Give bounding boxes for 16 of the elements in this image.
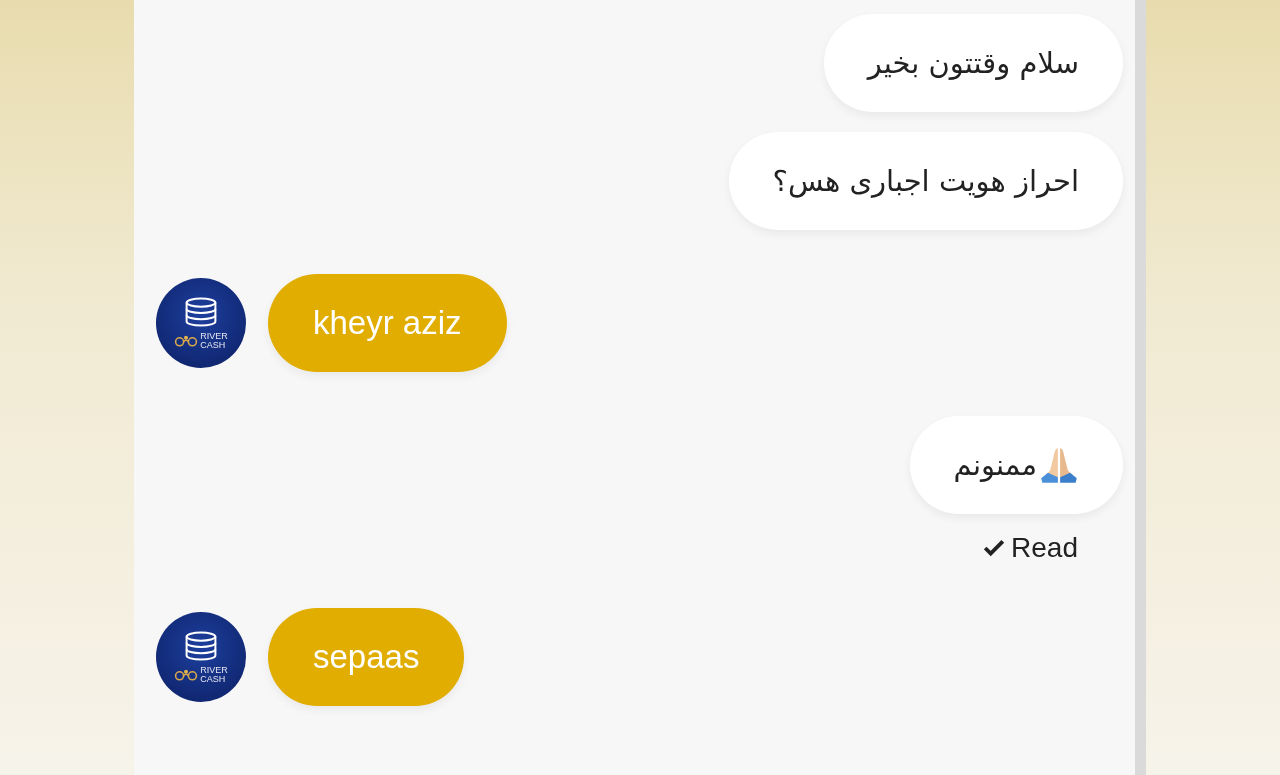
logo-text: RIVER bbox=[200, 331, 228, 341]
coin-stack-icon bbox=[183, 296, 219, 328]
glasses-icon bbox=[174, 334, 199, 347]
message-text: احراز هویت اجباری هس؟ bbox=[772, 164, 1079, 198]
scrollbar[interactable] bbox=[1135, 0, 1146, 775]
read-receipt: Read bbox=[1011, 532, 1078, 564]
logo-text: RIVER bbox=[200, 665, 228, 675]
message-text: kheyr aziz bbox=[313, 304, 462, 342]
glasses-icon bbox=[174, 668, 199, 681]
logo-text: CASH bbox=[200, 340, 227, 350]
message-text: sepaas bbox=[313, 638, 420, 676]
coin-stack-icon bbox=[183, 630, 219, 662]
message-text: ممنونم bbox=[953, 448, 1037, 482]
check-icon bbox=[983, 539, 1006, 557]
message-text: سلام وقتتون بخیر bbox=[867, 46, 1079, 80]
logo-text: CASH bbox=[200, 674, 227, 684]
